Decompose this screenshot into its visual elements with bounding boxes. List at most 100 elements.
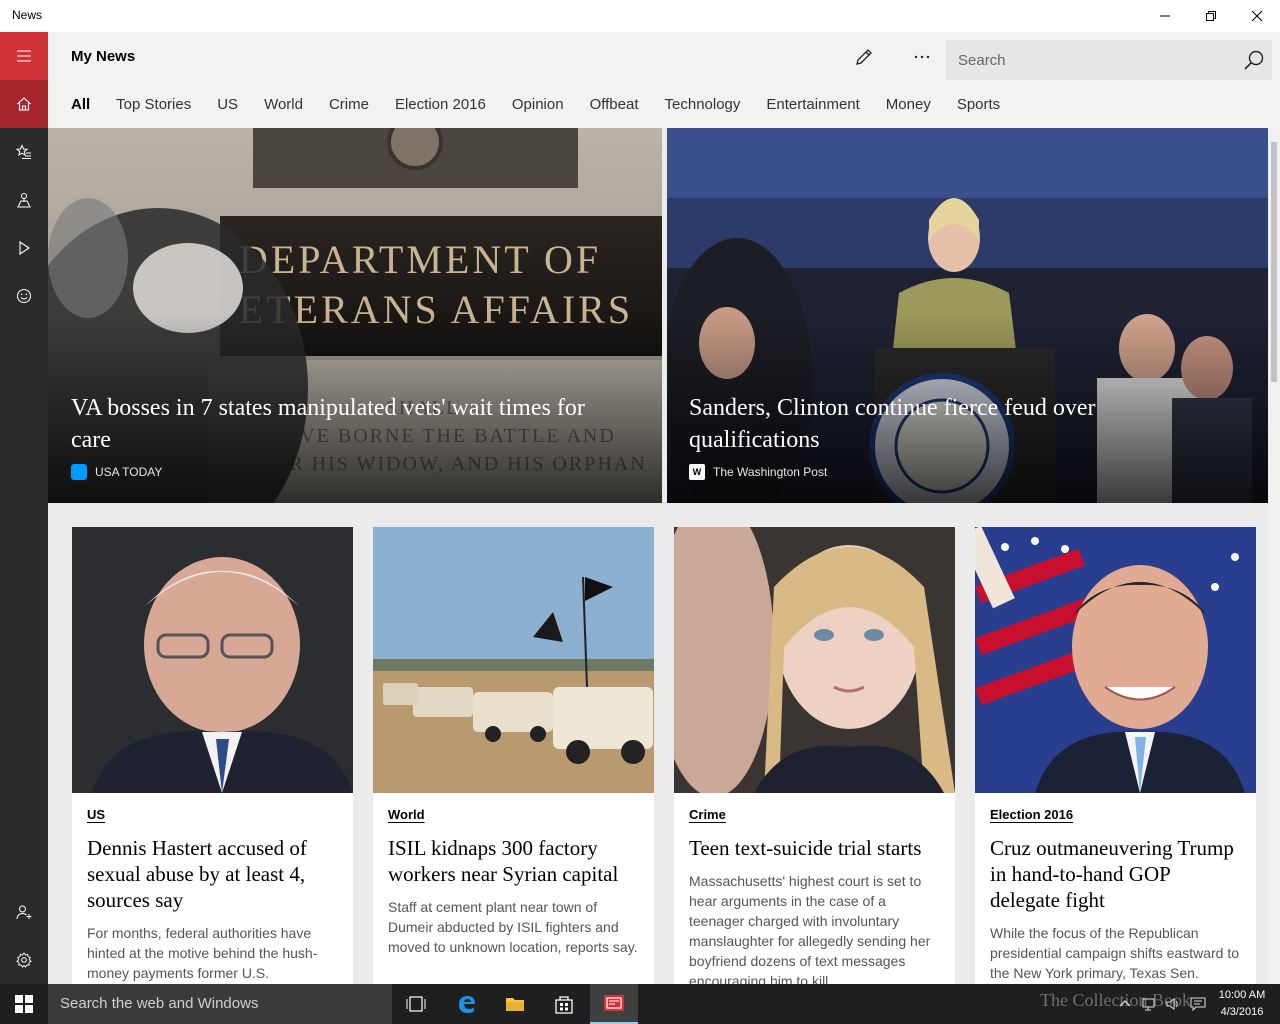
tab-opinion[interactable]: Opinion (512, 96, 564, 116)
restore-button[interactable] (1188, 0, 1234, 32)
tab-us[interactable]: US (217, 96, 238, 116)
tab-world[interactable]: World (264, 96, 303, 116)
story-title-4[interactable]: Cruz outmaneuvering Trump in hand-to-han… (990, 835, 1242, 913)
title-bar: News (0, 0, 1280, 32)
close-button[interactable] (1234, 0, 1280, 32)
chevron-up-icon[interactable] (1118, 997, 1132, 1011)
story-category-4[interactable]: Election 2016 (990, 807, 1073, 822)
story-summary-2: Staff at cement plant near town of Dumei… (388, 899, 638, 955)
edit-pencil-icon (856, 49, 872, 65)
home-icon (17, 97, 31, 111)
tab-sports[interactable]: Sports (957, 96, 1000, 116)
tab-money[interactable]: Money (886, 96, 931, 116)
windows-logo-icon (15, 995, 33, 1013)
story-card-3[interactable]: Crime Teen text-suicide trial starts Mas… (674, 527, 955, 987)
category-tabs: All Top Stories US World Crime Election 2016 O… (71, 96, 1026, 116)
search-box (946, 40, 1272, 80)
vertical-scrollbar[interactable] (1268, 128, 1280, 984)
folder-icon (506, 998, 524, 1011)
story-summary-3: Massachusetts' highest court is set to h… (689, 873, 931, 987)
navigation-rail (0, 32, 48, 984)
app-header: My News All Top Stories US World Crime Electi… (48, 32, 1280, 128)
search-icon[interactable] (1242, 48, 1266, 72)
hero-headline-2[interactable]: Sanders, Clinton continue fierce feud ov… (689, 392, 1209, 456)
system-tray (1118, 984, 1206, 1024)
store-button[interactable] (540, 984, 588, 1024)
rail-interests-button[interactable] (0, 128, 48, 176)
local-icon (17, 193, 31, 208)
story-image-2 (373, 527, 654, 793)
plaque-text: DEPARTMENT OF (239, 237, 601, 282)
file-explorer-button[interactable] (491, 984, 539, 1024)
hamburger-button[interactable] (0, 32, 48, 80)
task-view-button[interactable] (392, 984, 440, 1024)
taskbar: Search the web and Windows The Collectio… (0, 984, 1280, 1024)
story-card-2[interactable]: World ISIL kidnaps 300 factory workers n… (373, 527, 654, 987)
news-app-icon (604, 995, 624, 1011)
hero-source-name-1: USA TODAY (95, 465, 163, 479)
minimize-icon (1160, 15, 1170, 17)
tab-entertainment[interactable]: Entertainment (766, 96, 859, 116)
story-summary-1: For months, federal authorities have hin… (87, 925, 318, 981)
clock-date: 4/3/2016 (1220, 1006, 1264, 1018)
story-category-1[interactable]: US (87, 807, 105, 822)
more-options-button[interactable] (902, 42, 942, 72)
story-category-3[interactable]: Crime (689, 807, 726, 822)
edge-icon (459, 996, 475, 1013)
story-title-3[interactable]: Teen text-suicide trial starts (689, 835, 941, 861)
action-center-icon[interactable] (1190, 997, 1206, 1011)
hero-story-1[interactable]: DEPARTMENT OF VETERANS AFFAIRS SHALL VE … (48, 128, 662, 503)
store-bag-icon (555, 996, 573, 1014)
rail-settings-button[interactable] (0, 936, 48, 984)
rail-home-button[interactable] (0, 80, 48, 128)
network-icon[interactable] (1142, 997, 1158, 1011)
edge-button[interactable] (443, 984, 491, 1024)
favorites-icon (16, 144, 31, 159)
story-title-1[interactable]: Dennis Hastert accused of sexual abuse b… (87, 835, 339, 913)
video-icon (19, 240, 30, 256)
volume-icon[interactable] (1166, 997, 1182, 1011)
task-view-icon (406, 996, 426, 1012)
settings-icon (16, 952, 32, 968)
usa-today-logo-icon (71, 464, 87, 480)
minimize-button[interactable] (1142, 0, 1188, 32)
tab-technology[interactable]: Technology (665, 96, 741, 116)
clock[interactable]: 10:00 AM 4/3/2016 (1212, 987, 1272, 1021)
rail-account-button[interactable] (0, 888, 48, 936)
window-title: News (12, 8, 43, 22)
story-summary-4: While the focus of the Republican presid… (990, 925, 1240, 981)
tab-top-stories[interactable]: Top Stories (116, 96, 191, 116)
tab-election-2016[interactable]: Election 2016 (395, 96, 486, 116)
hamburger-icon (17, 50, 31, 62)
story-image-1 (72, 527, 353, 793)
rail-local-button[interactable] (0, 176, 48, 224)
close-icon (1251, 10, 1263, 22)
page-title: My News (71, 48, 136, 65)
rail-feedback-button[interactable] (0, 272, 48, 320)
edit-button[interactable] (844, 42, 884, 72)
hero-story-2[interactable]: Sanders, Clinton continue fierce feud ov… (667, 128, 1268, 503)
tab-offbeat[interactable]: Offbeat (590, 96, 639, 116)
washington-post-logo-icon: W (689, 464, 705, 480)
account-icon (16, 905, 32, 920)
tab-all[interactable]: All (71, 96, 90, 116)
smiley-icon (17, 289, 31, 303)
story-category-2[interactable]: World (388, 807, 425, 822)
hero-source-1: USA TODAY (71, 464, 162, 480)
hero-source-name-2: The Washington Post (713, 465, 828, 479)
start-button[interactable] (0, 984, 48, 1024)
story-title-2[interactable]: ISIL kidnaps 300 factory workers near Sy… (388, 835, 640, 887)
story-card-1[interactable]: US Dennis Hastert accused of sexual abus… (72, 527, 353, 987)
rail-video-button[interactable] (0, 224, 48, 272)
hero-source-2: W The Washington Post (689, 464, 827, 480)
story-image-4 (975, 527, 1256, 793)
search-input[interactable] (946, 40, 1236, 80)
news-app-button[interactable] (590, 984, 638, 1024)
scrollbar-thumb[interactable] (1271, 142, 1277, 382)
hero-headline-1[interactable]: VA bosses in 7 states manipulated vets' … (71, 392, 591, 456)
story-card-4[interactable]: Election 2016 Cruz outmaneuvering Trump … (975, 527, 1256, 987)
taskbar-search[interactable]: Search the web and Windows (48, 984, 392, 1024)
tab-crime[interactable]: Crime (329, 96, 369, 116)
story-image-3 (674, 527, 955, 793)
more-icon (914, 55, 930, 59)
